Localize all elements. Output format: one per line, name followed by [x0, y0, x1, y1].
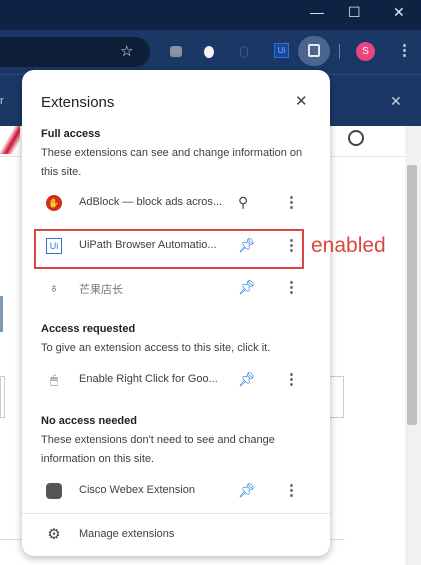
close-icon[interactable]: ✕: [295, 92, 308, 110]
webex-icon: [46, 483, 62, 499]
extension-row-webex[interactable]: Cisco Webex Extension 📌︎ ⋮: [22, 476, 330, 506]
more-options-icon[interactable]: ⋮: [284, 370, 299, 388]
profile-avatar[interactable]: S: [356, 42, 375, 61]
close-window-button[interactable]: ✕: [393, 4, 405, 21]
pin-icon[interactable]: 📌︎: [238, 482, 256, 499]
section-description: These extensions can see and change info…: [41, 147, 303, 178]
page-input[interactable]: [0, 376, 5, 418]
extension-icon-mango[interactable]: [204, 46, 214, 58]
panel-title: Extensions: [41, 94, 115, 111]
info-bar-text: r: [0, 95, 4, 107]
browser-toolbar: ☆ Ui S ⋮: [0, 30, 421, 74]
pin-icon[interactable]: 📌︎: [238, 279, 256, 296]
scrollbar-thumb[interactable]: [407, 165, 417, 425]
section-heading: No access needed: [41, 415, 137, 427]
extension-name: Enable Right Click for Goo...: [79, 373, 218, 385]
extension-icon-webex[interactable]: [170, 46, 182, 57]
annotation-label: enabled: [311, 234, 386, 257]
gear-icon: ⚙: [47, 526, 61, 543]
section-heading: Access requested: [41, 323, 136, 335]
mouse-icon: 🖱︎: [50, 372, 58, 387]
title-bar: — ☐ ✕: [0, 0, 421, 30]
browser-menu-icon[interactable]: ⋮: [397, 41, 412, 59]
extension-icon-uipath[interactable]: Ui: [274, 43, 289, 58]
puzzle-icon: [308, 44, 320, 57]
more-options-icon[interactable]: ⋮: [284, 193, 299, 211]
page-input-right[interactable]: [330, 376, 344, 418]
page-element: [0, 296, 3, 332]
pin-icon[interactable]: 📌︎: [238, 371, 256, 388]
extension-name: AdBlock — block ads acros...: [79, 196, 223, 208]
adblock-icon: ✋: [46, 195, 62, 211]
bookmark-star-icon[interactable]: ☆: [120, 42, 133, 60]
extension-name: 芒果店长: [79, 284, 123, 296]
info-bar-close[interactable]: ✕: [390, 93, 402, 110]
extension-icon-mouse[interactable]: [240, 46, 248, 58]
extensions-puzzle-button[interactable]: [298, 36, 330, 66]
minimize-button[interactable]: —: [310, 4, 324, 20]
mango-icon: ♁: [49, 280, 59, 295]
extensions-panel: Extensions ✕ Full access These extension…: [22, 70, 330, 556]
pin-outline-icon[interactable]: ⚲: [238, 194, 248, 211]
extension-row-right-click[interactable]: 🖱︎ Enable Right Click for Goo... 📌︎ ⋮: [22, 365, 330, 395]
site-logo: [0, 126, 20, 154]
manage-extensions-button[interactable]: ⚙ Manage extensions: [22, 520, 330, 550]
section-heading: Full access: [41, 128, 101, 140]
section-description: To give an extension access to this site…: [41, 342, 271, 354]
more-options-icon[interactable]: ⋮: [284, 278, 299, 296]
panel-divider: [22, 513, 330, 514]
extension-row-adblock[interactable]: ✋ AdBlock — block ads acros... ⚲ ⋮: [22, 188, 330, 218]
extension-row-mango[interactable]: ♁ 芒果店长 📌︎ ⋮: [22, 273, 330, 303]
search-icon[interactable]: [348, 130, 364, 146]
toolbar-divider: [339, 44, 340, 59]
manage-extensions-label: Manage extensions: [79, 528, 175, 540]
more-options-icon[interactable]: ⋮: [284, 481, 299, 499]
highlight-box: [34, 229, 304, 269]
maximize-button[interactable]: ☐: [348, 4, 361, 21]
extension-name: Cisco Webex Extension: [79, 484, 195, 496]
section-description: These extensions don't need to see and c…: [41, 434, 275, 465]
